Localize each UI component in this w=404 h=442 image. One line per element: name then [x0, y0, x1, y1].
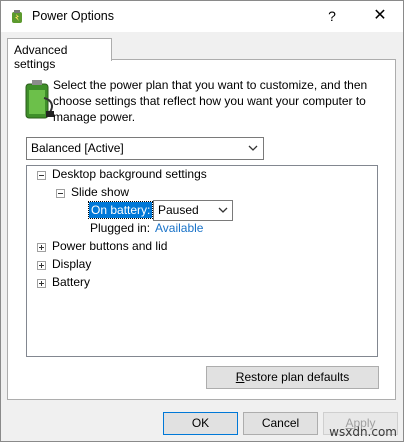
cancel-button[interactable]: Cancel: [243, 412, 318, 435]
tree-item-display[interactable]: Display: [52, 257, 91, 271]
tree-item-slide-show[interactable]: Slide show: [71, 185, 129, 199]
plugged-in-label: Plugged in:: [90, 221, 151, 235]
power-options-dialog: Power Options ? ✕ Advanced settings Sele…: [0, 0, 404, 442]
chevron-down-icon: [248, 145, 258, 151]
restore-label: estore plan defaults: [244, 370, 350, 384]
plugged-in-value-link[interactable]: Available: [155, 221, 203, 235]
cancel-label: Cancel: [261, 416, 300, 430]
restore-plan-defaults-button[interactable]: Restore plan defaults: [206, 366, 379, 389]
description-text: Select the power plan that you want to c…: [53, 78, 368, 124]
power-options-icon: [12, 10, 22, 23]
watermark: wsxdn.com: [329, 425, 397, 439]
expand-power-buttons-toggle[interactable]: [37, 243, 46, 252]
power-plan-select[interactable]: Balanced [Active]: [26, 137, 264, 160]
tab-label: Advanced settings: [14, 43, 68, 71]
on-battery-label[interactable]: On battery:: [87, 201, 154, 219]
tab-advanced-settings[interactable]: Advanced settings: [7, 38, 112, 71]
power-plan-value: Balanced [Active]: [31, 141, 124, 155]
tree-item-battery[interactable]: Battery: [52, 275, 90, 289]
title-bar: Power Options ? ✕: [1, 1, 403, 32]
chevron-down-icon: [218, 207, 228, 213]
expand-battery-toggle[interactable]: [37, 279, 46, 288]
on-battery-value: Paused: [158, 203, 199, 217]
expand-display-toggle[interactable]: [37, 261, 46, 270]
close-button[interactable]: ✕: [367, 5, 393, 27]
ok-label: OK: [191, 416, 210, 430]
battery-plug-icon: [25, 80, 54, 119]
tree-item-desktop-background[interactable]: Desktop background settings: [52, 167, 207, 181]
tree-item-power-buttons[interactable]: Power buttons and lid: [52, 239, 167, 253]
help-button[interactable]: ?: [321, 5, 343, 27]
on-battery-select[interactable]: Paused: [153, 200, 233, 221]
collapse-desktop-background-toggle[interactable]: [37, 171, 46, 180]
ok-button[interactable]: OK: [163, 412, 238, 435]
window-title: Power Options: [32, 9, 114, 23]
collapse-slide-show-toggle[interactable]: [56, 189, 65, 198]
